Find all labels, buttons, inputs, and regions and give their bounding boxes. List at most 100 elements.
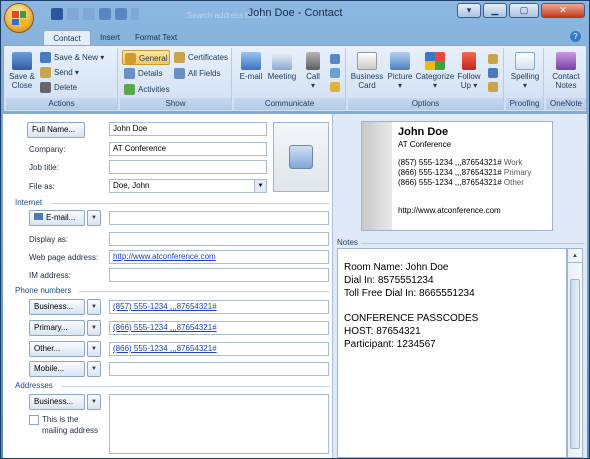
notes-line: Participant: 1234567 — [344, 339, 436, 350]
mailing-address-checkbox[interactable] — [29, 415, 39, 425]
mailing-address-label: This is the mailing address — [42, 415, 99, 435]
card-phone-work: (857) 555-1234 ,,,87654321# Work — [398, 158, 522, 167]
business-address-button[interactable]: Business... — [29, 394, 85, 410]
follow-up-flag-icon — [462, 52, 476, 70]
business-phone-field[interactable]: (857) 555-1234 ,,,87654321# — [109, 300, 329, 314]
address-dropdown[interactable]: ▼ — [87, 394, 101, 410]
card-phone-primary: (866) 555-1234 ,,,87654321# Primary — [398, 168, 531, 177]
email-dropdown-button[interactable]: ▼ — [87, 210, 101, 226]
notes-scrollbar[interactable]: ▲ — [567, 248, 583, 458]
email-envelope-icon — [34, 213, 43, 220]
group-show: General Details Activities Certificates … — [120, 48, 232, 110]
details-icon — [124, 68, 135, 80]
mobile-phone-button[interactable]: Mobile... — [29, 361, 85, 377]
card-phone-other-number: (866) 555-1234 ,,,87654321# — [398, 178, 502, 187]
scroll-up-icon[interactable]: ▲ — [568, 249, 582, 263]
card-web: http://www.atconference.com — [398, 206, 501, 215]
business-card-button[interactable]: Business Card — [350, 52, 384, 90]
office-button[interactable] — [4, 3, 34, 33]
maximize-button[interactable]: ▢ — [509, 3, 539, 18]
general-label: General — [139, 54, 168, 63]
meeting-button[interactable]: Meeting — [266, 52, 298, 81]
primary-phone-button[interactable]: Primary... — [29, 320, 85, 336]
send-button[interactable]: Send ▾ — [40, 65, 79, 80]
group-proofing: Spelling ▾ Proofing — [506, 48, 544, 110]
mobile-phone-field[interactable] — [109, 362, 329, 376]
tab-insert[interactable]: Insert — [93, 30, 127, 45]
im-icon[interactable] — [330, 68, 340, 78]
activities-label: Activities — [138, 85, 170, 94]
phone-numbers-header: Phone numbers — [15, 286, 72, 295]
business-phone-button[interactable]: Business... — [29, 299, 85, 315]
primary-phone-dropdown[interactable]: ▼ — [87, 320, 101, 336]
onenote-icon — [556, 52, 576, 70]
map-icon[interactable] — [330, 82, 340, 92]
call-button[interactable]: Call ▾ — [302, 52, 324, 90]
zoom-icon[interactable] — [488, 68, 498, 78]
certificates-button[interactable]: Certificates — [174, 50, 228, 65]
job-title-field[interactable] — [109, 160, 267, 174]
file-as-label: File as: — [29, 182, 55, 191]
chevron-down-icon[interactable]: ▼ — [254, 180, 266, 192]
notes-blank-line — [344, 300, 560, 312]
save-new-button[interactable]: Save & New ▾ — [40, 50, 104, 65]
full-name-field[interactable]: John Doe — [109, 122, 267, 136]
general-icon — [125, 53, 136, 65]
business-card-preview[interactable]: John Doe AT Conference (857) 555-1234 ,,… — [361, 121, 553, 231]
picture-button[interactable]: Picture ▾ — [386, 52, 414, 90]
card-phone-primary-number: (866) 555-1234 ,,,87654321# — [398, 168, 502, 177]
contact-notes-button[interactable]: Contact Notes — [548, 52, 584, 90]
file-as-select[interactable]: Doe, John ▼ — [109, 179, 267, 193]
certificate-icon[interactable] — [488, 82, 498, 92]
internet-header: Internet — [15, 198, 43, 207]
notes-textarea[interactable]: Room Name: John Doe Dial In: 8575551234 … — [337, 248, 567, 458]
delete-button[interactable]: Delete — [40, 80, 77, 95]
send-icon — [40, 67, 51, 79]
general-button[interactable]: General — [122, 50, 171, 65]
details-button[interactable]: Details — [124, 66, 162, 81]
private-lock-icon[interactable] — [488, 54, 498, 64]
email-field[interactable] — [109, 211, 329, 225]
card-name: John Doe — [398, 126, 449, 138]
delete-icon — [40, 82, 51, 94]
other-phone-dropdown[interactable]: ▼ — [87, 341, 101, 357]
card-phone-other: (866) 555-1234 ,,,87654321# Other — [398, 178, 524, 187]
spelling-button[interactable]: Spelling ▾ — [508, 52, 542, 90]
primary-phone-field[interactable]: (866) 555-1234 ,,,87654321# — [109, 321, 329, 335]
web-page-icon[interactable] — [330, 54, 340, 64]
follow-up-button[interactable]: Follow Up ▾ — [456, 52, 482, 90]
group-communicate-label: Communicate — [234, 98, 345, 110]
address-field[interactable] — [109, 394, 329, 454]
tab-contact[interactable]: Contact — [43, 30, 91, 45]
window-menu-button[interactable]: ▾ — [457, 3, 481, 18]
tab-format-text[interactable]: Format Text — [129, 30, 183, 45]
im-address-field[interactable] — [109, 268, 329, 282]
email-button[interactable]: E-mail — [238, 52, 264, 81]
business-phone-dropdown[interactable]: ▼ — [87, 299, 101, 315]
group-proofing-label: Proofing — [506, 98, 543, 110]
other-phone-field[interactable]: (866) 555-1234 ,,,87654321# — [109, 342, 329, 356]
categorize-button[interactable]: Categorize ▾ — [414, 52, 456, 90]
categorize-icon — [425, 52, 445, 70]
contact-picture-button[interactable] — [273, 122, 329, 192]
save-close-button[interactable]: Save & Close — [8, 52, 36, 90]
company-field[interactable]: AT Conference — [109, 142, 267, 156]
other-phone-button[interactable]: Other... — [29, 341, 85, 357]
minimize-button[interactable]: ▁ — [483, 3, 507, 18]
notes-divider — [361, 243, 585, 244]
help-icon[interactable]: ? — [570, 31, 581, 42]
scroll-thumb[interactable] — [570, 279, 580, 449]
close-button[interactable]: ✕ — [541, 3, 585, 18]
group-actions-label: Actions — [6, 98, 117, 110]
mobile-phone-dropdown[interactable]: ▼ — [87, 361, 101, 377]
all-fields-button[interactable]: All Fields — [174, 66, 220, 81]
display-as-field[interactable] — [109, 232, 329, 246]
activities-button[interactable]: Activities — [124, 82, 170, 97]
follow-up-label: Follow Up — [457, 72, 481, 90]
web-page-field[interactable]: http://www.atconference.com — [109, 250, 329, 264]
full-name-button[interactable]: Full Name... — [27, 122, 85, 138]
card-phone-work-type: Work — [503, 158, 523, 167]
email-field-button[interactable]: E-mail... — [29, 210, 85, 226]
notes-line: Room Name: John Doe — [344, 262, 449, 273]
meeting-label: Meeting — [267, 72, 297, 81]
